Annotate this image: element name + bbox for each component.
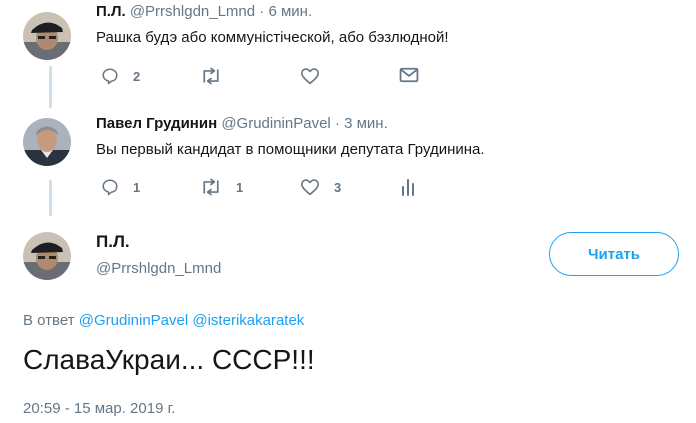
tweet-actions: 1 1 3 bbox=[101, 178, 431, 198]
avatar[interactable] bbox=[23, 118, 71, 166]
tweet-text: Вы первый кандидат в помощники депутата … bbox=[96, 141, 485, 158]
reply-user-link[interactable]: @isterikakaratek bbox=[192, 312, 304, 329]
like-icon bbox=[301, 68, 319, 85]
author-name[interactable]: Павел Грудинин bbox=[96, 115, 217, 132]
tweet-time[interactable]: 3 мин. bbox=[344, 115, 388, 132]
reply-button[interactable]: 2 bbox=[101, 67, 140, 85]
author-handle[interactable]: @GrudininPavel bbox=[221, 115, 330, 132]
separator: · bbox=[259, 3, 265, 20]
author-handle[interactable]: @Prrshlgdn_Lmnd bbox=[130, 3, 255, 20]
reply-icon bbox=[102, 179, 118, 196]
follow-button[interactable]: Читать bbox=[549, 232, 679, 276]
retweet-button[interactable]: 1 bbox=[200, 178, 243, 196]
like-count: 3 bbox=[334, 179, 342, 195]
tweet-time[interactable]: 6 мин. bbox=[268, 3, 312, 20]
reply-context: В ответ @GrudininPavel @isterikakaratek bbox=[23, 312, 304, 329]
direct-message-button[interactable] bbox=[399, 67, 419, 83]
tweet-text: СлаваУкраи... СССР!!! bbox=[23, 344, 315, 375]
reply-user-link[interactable]: @GrudininPavel bbox=[79, 312, 188, 329]
like-icon bbox=[301, 179, 319, 196]
reply-icon bbox=[102, 68, 118, 85]
retweet-count: 1 bbox=[236, 179, 244, 195]
author-name[interactable]: П.Л. bbox=[96, 232, 130, 252]
retweet-icon bbox=[203, 178, 219, 196]
analytics-icon bbox=[402, 179, 414, 196]
retweet-button[interactable] bbox=[200, 67, 222, 85]
reply-count: 1 bbox=[133, 179, 141, 195]
author-handle[interactable]: @Prrshlgdn_Lmnd bbox=[96, 260, 221, 277]
avatar[interactable] bbox=[23, 12, 71, 60]
tweet-timestamp[interactable]: 20:59 - 15 мар. 2019 г. bbox=[23, 400, 175, 417]
avatar[interactable] bbox=[23, 232, 71, 280]
reply-prefix: В ответ bbox=[23, 312, 75, 329]
retweet-icon bbox=[203, 67, 219, 85]
tweet-text: Рашка будэ або коммуністіческой, або бэз… bbox=[96, 29, 449, 46]
author-name[interactable]: П.Л. bbox=[96, 3, 126, 20]
like-button[interactable] bbox=[300, 67, 320, 85]
message-icon bbox=[399, 67, 419, 83]
like-button[interactable]: 3 bbox=[300, 178, 341, 196]
thread-line-1 bbox=[49, 66, 52, 108]
reply-count: 2 bbox=[133, 68, 141, 84]
analytics-button[interactable] bbox=[401, 178, 415, 196]
thread-line-2 bbox=[49, 180, 52, 216]
reply-button[interactable]: 1 bbox=[101, 178, 140, 196]
separator: · bbox=[334, 115, 340, 132]
tweet-header: Павел Грудинин @GrudininPavel · 3 мин. bbox=[96, 115, 388, 132]
tweet-header: П.Л. @Prrshlgdn_Lmnd · 6 мин. bbox=[96, 3, 312, 20]
tweet-actions: 2 bbox=[101, 67, 431, 87]
